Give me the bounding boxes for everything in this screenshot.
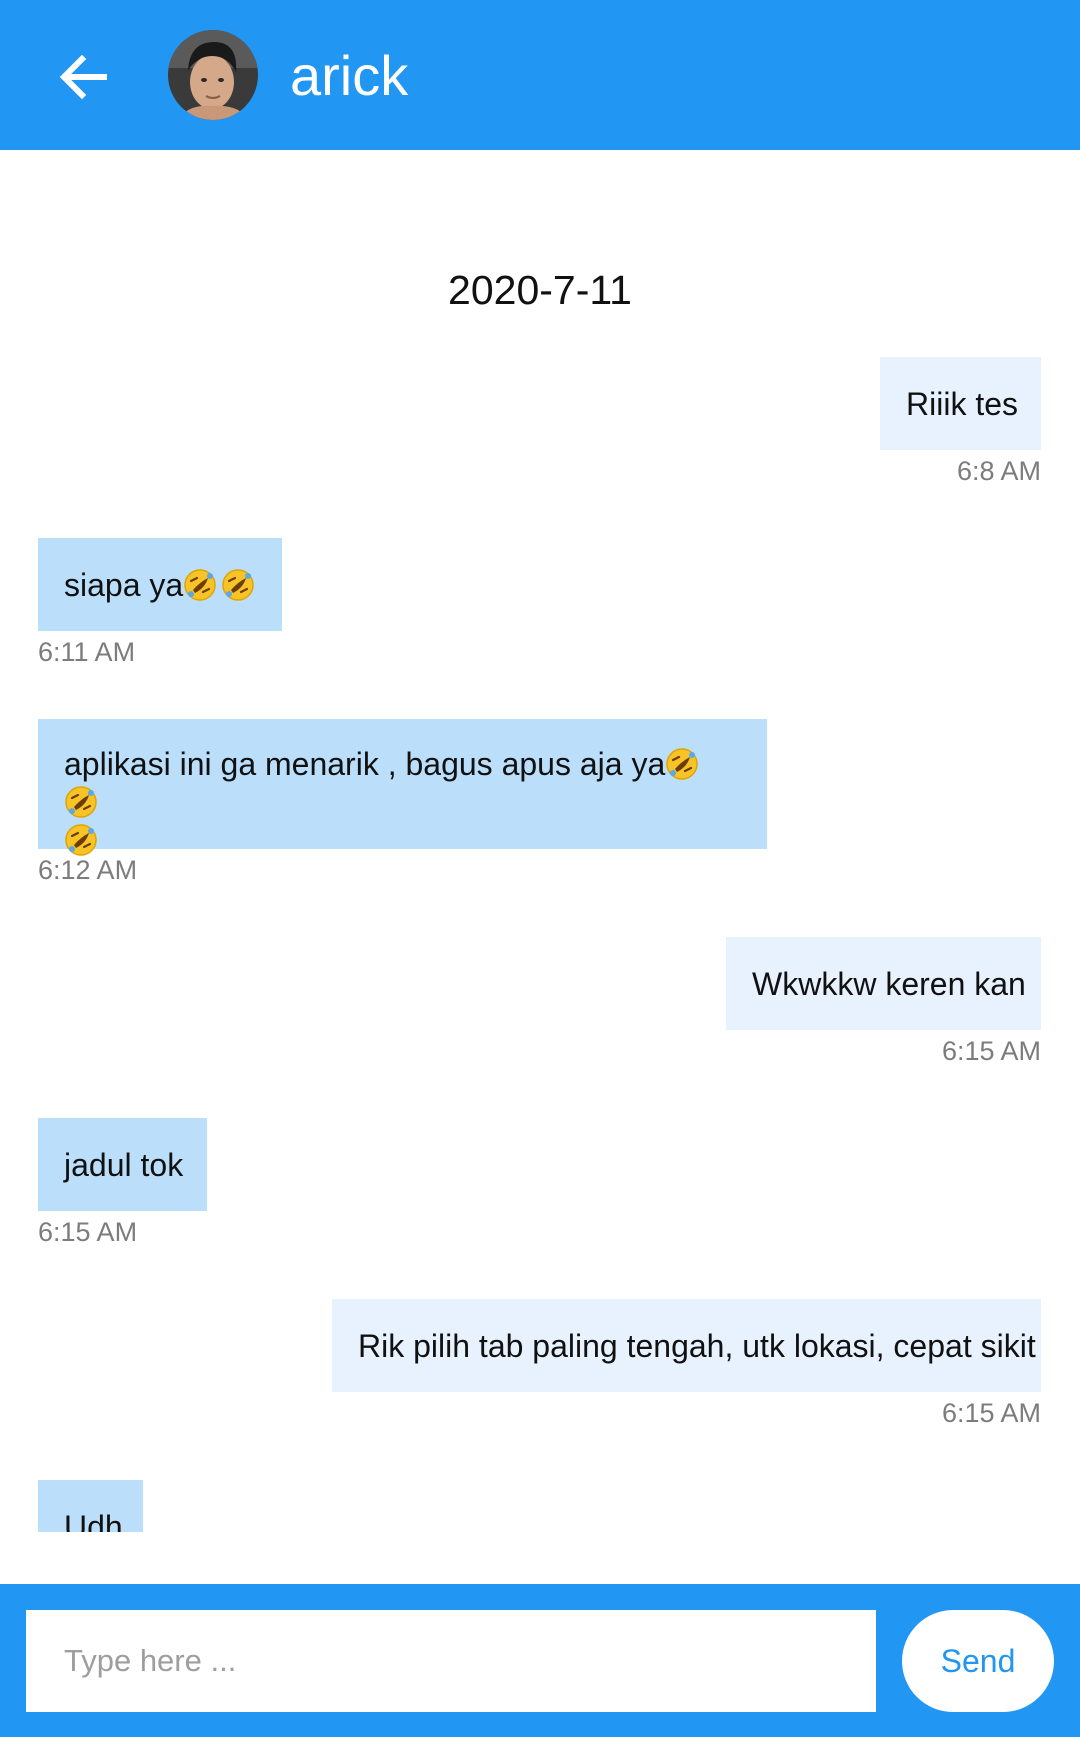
back-button[interactable] <box>52 45 116 109</box>
rolling-on-the-floor-laughing-emoji-icon <box>665 747 699 781</box>
message-input[interactable] <box>26 1610 876 1712</box>
message-text: Wkwkkw keren kan <box>752 966 1026 1002</box>
message-timestamp: 6:8 AM <box>956 456 1041 486</box>
message-text: siapa ya <box>64 567 184 603</box>
send-button[interactable]: Send <box>902 1610 1054 1712</box>
chat-message-list[interactable]: 2020-7-11 Riiik tes 6:8 AM siapa ya 6:11… <box>0 150 1080 1532</box>
rolling-on-the-floor-laughing-emoji-icon <box>183 568 217 602</box>
contact-avatar[interactable] <box>168 30 258 120</box>
incoming-message-bubble[interactable]: siapa ya <box>38 538 282 631</box>
arrow-left-icon <box>52 45 116 109</box>
rolling-on-the-floor-laughing-emoji-icon <box>64 823 98 857</box>
incoming-message-bubble[interactable]: Udh <box>38 1480 143 1532</box>
message-composer: Send <box>0 1584 1080 1737</box>
incoming-message-bubble[interactable]: jadul tok <box>38 1118 207 1211</box>
contact-name: arick <box>290 44 409 107</box>
message-text: Rik pilih tab paling tengah, utk lokasi,… <box>358 1328 1036 1364</box>
message-timestamp: 6:11 AM <box>38 637 136 667</box>
message-text: jadul tok <box>64 1147 184 1183</box>
rolling-on-the-floor-laughing-emoji-icon <box>64 785 98 819</box>
message-timestamp: 6:15 AM <box>38 1217 138 1247</box>
rolling-on-the-floor-laughing-emoji-icon <box>221 568 255 602</box>
message-text: aplikasi ini ga menarik , bagus apus aja… <box>64 746 666 782</box>
outgoing-message-bubble[interactable]: Rik pilih tab paling tengah, utk lokasi,… <box>332 1299 1041 1392</box>
message-text: Riiik tes <box>906 386 1019 422</box>
incoming-message-bubble[interactable]: aplikasi ini ga menarik , bagus apus aja… <box>38 719 767 856</box>
outgoing-message-bubble[interactable]: Wkwkkw keren kan <box>726 937 1041 1030</box>
message-timestamp: 6:15 AM <box>941 1036 1041 1066</box>
message-timestamp: 6:15 AM <box>941 1398 1041 1428</box>
outgoing-message-bubble[interactable]: Riiik tes <box>880 357 1041 450</box>
message-timestamp: 6:12 AM <box>38 855 138 885</box>
date-separator: 2020-7-11 <box>448 267 632 313</box>
message-text: Udh <box>64 1509 123 1532</box>
chat-header: arick <box>0 0 1080 150</box>
